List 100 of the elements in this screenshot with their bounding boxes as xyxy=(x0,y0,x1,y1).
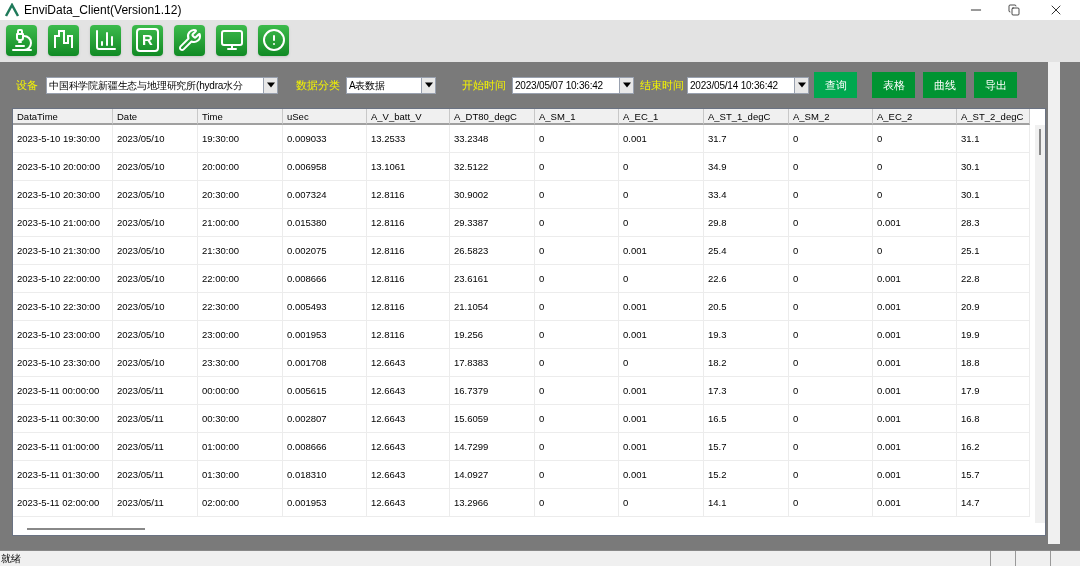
table-cell: 0.001 xyxy=(619,461,704,488)
action-button[interactable]: 曲线 xyxy=(923,72,966,98)
table-cell: 22:00:00 xyxy=(198,265,283,292)
table-cell: 0.008666 xyxy=(283,265,367,292)
table-cell: 12.8116 xyxy=(367,321,450,348)
action-button[interactable]: 表格 xyxy=(872,72,915,98)
toolbar-button[interactable] xyxy=(258,24,289,56)
table-cell: 0.001 xyxy=(873,293,957,320)
table-cell: 12.8116 xyxy=(367,181,450,208)
end-time-picker[interactable]: 2023/05/14 10:36:42 xyxy=(687,76,809,94)
column-header[interactable]: Time xyxy=(198,109,283,125)
table-cell: 12.6643 xyxy=(367,489,450,516)
table-cell: 14.7299 xyxy=(450,433,535,460)
table-cell: 30.1 xyxy=(957,181,1030,208)
table-cell: 0 xyxy=(789,433,873,460)
table-cell: 31.7 xyxy=(704,125,789,152)
table-cell: 0 xyxy=(535,433,619,460)
table-cell: 0 xyxy=(873,153,957,180)
column-header[interactable]: A_DT80_degC xyxy=(450,109,535,125)
table-cell: 0.001 xyxy=(873,433,957,460)
table-cell: 2023-5-10 21:00:00 xyxy=(13,209,113,236)
table-cell: 22.8 xyxy=(957,265,1030,292)
table-cell: 0.005615 xyxy=(283,377,367,404)
table-cell: 2023/05/11 xyxy=(113,377,198,404)
table-cell: 0 xyxy=(619,489,704,516)
table-cell: 0 xyxy=(535,349,619,376)
toolbar-button[interactable] xyxy=(90,24,121,56)
table-cell: 0.002075 xyxy=(283,237,367,264)
table-cell: 14.0927 xyxy=(450,461,535,488)
toolbar-button[interactable] xyxy=(6,24,37,56)
table-cell: 0.005493 xyxy=(283,293,367,320)
table-cell: 12.6643 xyxy=(367,349,450,376)
action-button[interactable]: 导出 xyxy=(974,72,1017,98)
table-cell: 23.6161 xyxy=(450,265,535,292)
table-cell: 0.018310 xyxy=(283,461,367,488)
table-cell: 0 xyxy=(789,405,873,432)
table-cell: 2023/05/10 xyxy=(113,153,198,180)
table-cell: 0.001 xyxy=(873,489,957,516)
column-header[interactable]: A_EC_2 xyxy=(873,109,957,125)
table-cell: 0 xyxy=(535,461,619,488)
table-cell: 0.001 xyxy=(873,461,957,488)
table-cell: 2023-5-11 02:00:00 xyxy=(13,489,113,516)
table-cell: 12.6643 xyxy=(367,433,450,460)
column-header[interactable]: A_V_batt_V xyxy=(367,109,450,125)
table-cell: 19.256 xyxy=(450,321,535,348)
table-cell: 0.001708 xyxy=(283,349,367,376)
table-cell: 2023/05/10 xyxy=(113,265,198,292)
column-header[interactable]: A_SM_2 xyxy=(789,109,873,125)
table-cell: 0 xyxy=(789,377,873,404)
start-time-label: 开始时间 xyxy=(462,77,506,93)
table-cell: 18.8 xyxy=(957,349,1030,376)
table-cell: 15.6059 xyxy=(450,405,535,432)
table-cell: 29.8 xyxy=(704,209,789,236)
table-cell: 0 xyxy=(619,181,704,208)
table-cell: 19.3 xyxy=(704,321,789,348)
category-select[interactable]: A表数据 xyxy=(346,76,436,94)
table-cell: 22:30:00 xyxy=(198,293,283,320)
column-header[interactable]: A_EC_1 xyxy=(619,109,704,125)
table-cell: 02:00:00 xyxy=(198,489,283,516)
table-cell: 0.009033 xyxy=(283,125,367,152)
column-header[interactable]: DataTime xyxy=(13,109,113,125)
table-cell: 0.001 xyxy=(873,209,957,236)
column-header[interactable]: Date xyxy=(113,109,198,125)
table-cell: 23:00:00 xyxy=(198,321,283,348)
table-cell: 16.5 xyxy=(704,405,789,432)
table-cell: 0.001 xyxy=(873,405,957,432)
table-cell: 0 xyxy=(535,321,619,348)
column-header[interactable]: uSec xyxy=(283,109,367,125)
table-cell: 2023-5-10 22:00:00 xyxy=(13,265,113,292)
table-cell: 2023/05/10 xyxy=(113,181,198,208)
table-cell: 2023-5-10 22:30:00 xyxy=(13,293,113,320)
table-cell: 0 xyxy=(535,405,619,432)
table-cell: 0 xyxy=(535,125,619,152)
start-time-picker[interactable]: 2023/05/07 10:36:42 xyxy=(512,76,634,94)
column-header[interactable]: A_ST_1_degC xyxy=(704,109,789,125)
table-cell: 2023/05/10 xyxy=(113,125,198,152)
table-cell: 0.001 xyxy=(873,265,957,292)
table-cell: 0.001 xyxy=(619,405,704,432)
toolbar-button[interactable] xyxy=(174,24,205,56)
table-cell: 28.3 xyxy=(957,209,1030,236)
restore-icon[interactable] xyxy=(1008,4,1020,16)
device-select[interactable]: 中国科学院新疆生态与地理研究所(hydra水分 xyxy=(46,76,278,94)
table-cell: 18.2 xyxy=(704,349,789,376)
category-label: 数据分类 xyxy=(296,77,340,93)
table-cell: 33.4 xyxy=(704,181,789,208)
toolbar-button[interactable] xyxy=(48,24,79,56)
table-cell: 17.8383 xyxy=(450,349,535,376)
table-cell: 30.9002 xyxy=(450,181,535,208)
table-cell: 0.015380 xyxy=(283,209,367,236)
column-header[interactable]: A_ST_2_degC xyxy=(957,109,1030,125)
table-cell: 2023/05/11 xyxy=(113,489,198,516)
table-cell: 0 xyxy=(789,181,873,208)
table-cell: 22.6 xyxy=(704,265,789,292)
table-cell: 16.8 xyxy=(957,405,1030,432)
end-time-label: 结束时间 xyxy=(640,77,684,93)
table-cell: 2023-5-10 19:30:00 xyxy=(13,125,113,152)
app-logo-icon xyxy=(4,3,20,17)
toolbar-button[interactable] xyxy=(216,24,247,56)
table-cell: 0 xyxy=(535,377,619,404)
column-header[interactable]: A_SM_1 xyxy=(535,109,619,125)
